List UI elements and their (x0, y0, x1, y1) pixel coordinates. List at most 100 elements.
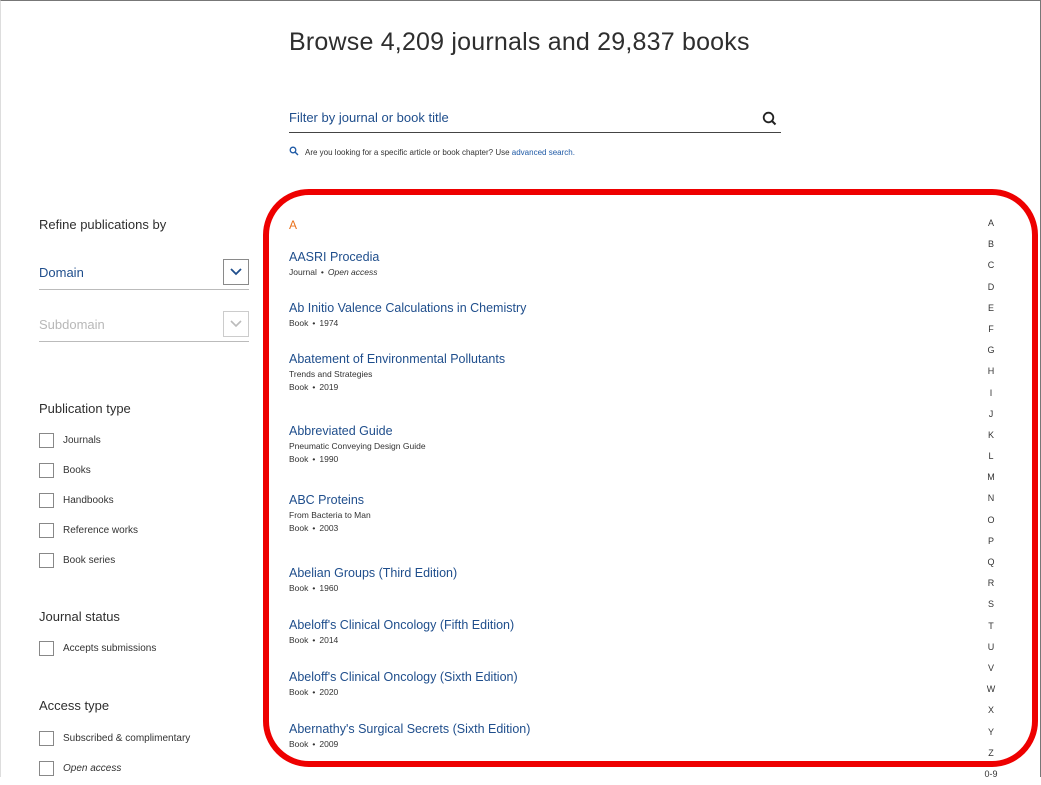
domain-dropdown-button[interactable] (223, 259, 249, 285)
alpha-link-t[interactable]: T (988, 616, 994, 637)
checkbox[interactable] (39, 433, 54, 448)
alpha-link-z[interactable]: Z (988, 743, 994, 764)
search-icon (289, 146, 299, 158)
subdomain-select[interactable]: Subdomain (39, 311, 249, 342)
publication-title-link[interactable]: ABC Proteins (289, 493, 371, 507)
filter-journals[interactable]: Journals (39, 433, 101, 448)
publication-type: Book (289, 318, 309, 328)
list-item: Abelian Groups (Third Edition) Book • 1960 (289, 566, 457, 593)
filter-book-series[interactable]: Book series (39, 553, 115, 568)
alpha-link-l[interactable]: L (988, 446, 993, 467)
search-input[interactable] (289, 106, 749, 128)
publication-meta: Book • 2003 (289, 523, 371, 533)
domain-select[interactable]: Domain (39, 259, 249, 290)
checkbox[interactable] (39, 761, 54, 776)
separator: • (312, 583, 316, 593)
advanced-search-link[interactable]: advanced search. (512, 148, 575, 157)
chevron-down-icon (230, 315, 242, 333)
alphabet-index: A B C D E F G H I J K L M N O P Q R S T … (980, 213, 1002, 785)
list-item: ABC Proteins From Bacteria to Man Book • 2… (289, 493, 371, 533)
publication-type: Book (289, 454, 309, 464)
alpha-link-n[interactable]: N (988, 488, 995, 509)
filter-reference-works[interactable]: Reference works (39, 523, 138, 538)
publication-year: 2014 (319, 635, 339, 645)
publication-title-link[interactable]: Abernathy's Surgical Secrets (Sixth Edit… (289, 722, 530, 736)
alpha-link-h[interactable]: H (988, 361, 995, 382)
list-item: Abatement of Environmental Pollutants Tr… (289, 352, 505, 392)
list-item: Abbreviated Guide Pneumatic Conveying De… (289, 424, 426, 464)
subdomain-label: Subdomain (39, 317, 105, 332)
publication-year: 2003 (319, 523, 339, 533)
alpha-link-b[interactable]: B (988, 234, 994, 255)
separator: • (312, 635, 316, 645)
filter-books[interactable]: Books (39, 463, 91, 478)
publication-subtitle: From Bacteria to Man (289, 510, 371, 520)
alpha-link-w[interactable]: W (987, 679, 996, 700)
alpha-link-o[interactable]: O (987, 510, 994, 531)
alpha-link-m[interactable]: M (987, 467, 995, 488)
hint-text: Are you looking for a specific article o… (305, 147, 510, 157)
publication-title-link[interactable]: Abbreviated Guide (289, 424, 426, 438)
alpha-link-a[interactable]: A (988, 213, 994, 234)
checkbox[interactable] (39, 463, 54, 478)
alpha-link-d[interactable]: D (988, 277, 995, 298)
filter-open-access[interactable]: Open access (39, 761, 121, 776)
alpha-link-g[interactable]: G (987, 340, 994, 361)
checkbox-label: Subscribed & complimentary (63, 733, 191, 744)
publication-access: Open access (327, 267, 378, 277)
publication-meta: Book • 2020 (289, 687, 518, 697)
publication-meta: Journal • Open access (289, 267, 379, 277)
alpha-link-f[interactable]: F (988, 319, 994, 340)
alpha-link-r[interactable]: R (988, 573, 995, 594)
alpha-link-p[interactable]: P (988, 531, 994, 552)
alpha-link-j[interactable]: J (989, 404, 994, 425)
alpha-link-u[interactable]: U (988, 637, 995, 658)
separator: • (312, 523, 316, 533)
checkbox[interactable] (39, 641, 54, 656)
filter-handbooks[interactable]: Handbooks (39, 493, 114, 508)
separator: • (312, 318, 316, 328)
filter-accepts-submissions[interactable]: Accepts submissions (39, 641, 156, 656)
publication-meta: Book • 1974 (289, 318, 526, 328)
subdomain-dropdown-button[interactable] (223, 311, 249, 337)
checkbox-label: Accepts submissions (63, 643, 157, 654)
alpha-link-v[interactable]: V (988, 658, 994, 679)
list-item: AASRI Procedia Journal • Open access (289, 250, 379, 277)
search-icon[interactable] (761, 110, 779, 128)
alpha-link-s[interactable]: S (988, 594, 994, 615)
checkbox[interactable] (39, 731, 54, 746)
publication-subtitle: Trends and Strategies (289, 369, 373, 379)
separator: • (312, 382, 316, 392)
alpha-link-q[interactable]: Q (987, 552, 994, 573)
list-item: Ab Initio Valence Calculations in Chemis… (289, 301, 526, 328)
checkbox-label: Open access (63, 763, 122, 774)
alpha-link-c[interactable]: C (988, 255, 995, 276)
journal-status-heading: Journal status (39, 609, 120, 624)
separator: • (312, 687, 316, 697)
publication-title-link[interactable]: Abatement of Environmental Pollutants (289, 352, 505, 366)
publication-meta: Book • 2019 (289, 382, 505, 392)
checkbox-label: Book series (63, 555, 116, 566)
publication-title-link[interactable]: Abeloff's Clinical Oncology (Fifth Editi… (289, 618, 514, 632)
publication-title-link[interactable]: Abeloff's Clinical Oncology (Sixth Editi… (289, 670, 518, 684)
checkbox-label: Journals (63, 435, 101, 446)
alpha-link-e[interactable]: E (988, 298, 994, 319)
domain-label: Domain (39, 265, 84, 280)
publication-meta: Book • 2009 (289, 739, 530, 749)
filter-subscribed[interactable]: Subscribed & complimentary (39, 731, 190, 746)
publication-title-link[interactable]: AASRI Procedia (289, 250, 379, 264)
checkbox-label: Books (63, 465, 91, 476)
alpha-link-0-9[interactable]: 0-9 (984, 764, 997, 785)
checkbox[interactable] (39, 523, 54, 538)
alpha-link-i[interactable]: I (990, 383, 993, 404)
advanced-search-hint: Are you looking for a specific article o… (289, 146, 575, 158)
alpha-link-k[interactable]: K (988, 425, 994, 446)
alpha-link-x[interactable]: X (988, 700, 994, 721)
list-item: Abeloff's Clinical Oncology (Fifth Editi… (289, 618, 514, 645)
publication-title-link[interactable]: Ab Initio Valence Calculations in Chemis… (289, 301, 526, 315)
checkbox[interactable] (39, 553, 54, 568)
publication-title-link[interactable]: Abelian Groups (Third Edition) (289, 566, 457, 580)
alpha-link-y[interactable]: Y (988, 722, 994, 743)
checkbox[interactable] (39, 493, 54, 508)
list-item: Abeloff's Clinical Oncology (Sixth Editi… (289, 670, 518, 697)
